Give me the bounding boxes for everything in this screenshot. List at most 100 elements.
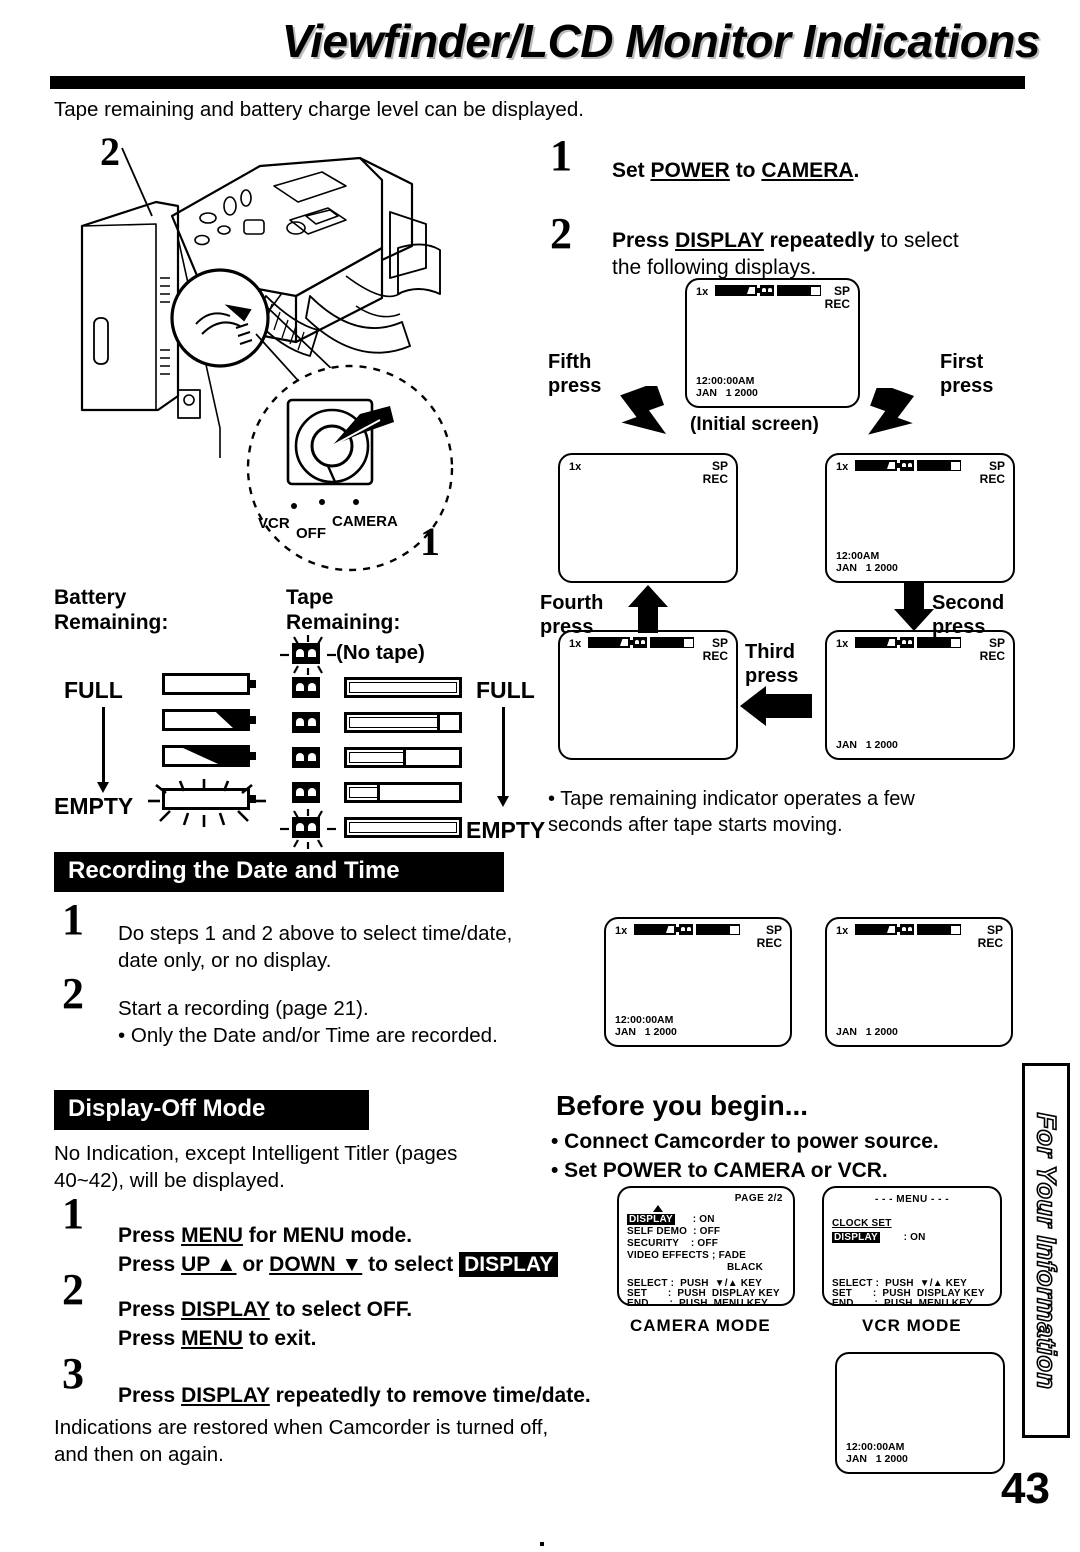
battery-full-label: FULL [64,677,123,703]
section-heading-recording: Recording the Date and Time [54,852,504,892]
osd-gauges [634,924,740,935]
display-off-footer: Indications are restored when Camcorder … [54,1416,549,1467]
cassette-icon [760,285,774,296]
menu-row-display: DISPLAY : ON [627,1214,715,1225]
display-cycle-diagram: 1x SP REC 12:00:00AM JAN 1 2000 (Initial … [540,278,1040,788]
battery-gauge-icon [855,637,900,648]
battery-gauge-icon [715,285,760,296]
viewfinder-datetime-screen: 1x SP REC 12:00:00AM JAN 1 2000 [604,917,792,1047]
section-heading-display-off: Display-Off Mode [54,1090,369,1130]
tape-indicator-note: • Tape remaining indicator operates a fe… [548,788,915,836]
cassette-icon-1 [292,677,320,698]
menu-row-security: SECURITY : OFF [627,1238,719,1249]
osd-gauges [855,924,961,935]
osd-gauges [855,460,961,471]
doff-step-1-text: Press MENU for MENU mode. Press UP ▲ or … [118,1222,598,1280]
rec-step-2-text: Start a recording (page 21). • Only the … [118,997,498,1048]
dial-label-vcr: VCR [258,515,290,532]
menu-help-end: END : PUSH MENU KEY [627,1298,768,1309]
cassette-icon [900,924,914,935]
tape-empty-blink-marks [280,809,336,849]
tape-gauge-full [344,677,462,698]
rec-mode-label: SP REC [702,636,728,663]
tape-gauge-quarter [344,782,462,803]
battery-icon-two-thirds [162,709,256,731]
intro-text: Tape remaining and battery charge level … [54,98,584,121]
viewfinder-first-press-screen: 1x SP REC 12:00AM JAN 1 2000 [825,453,1015,583]
cassette-icon [633,637,647,648]
viewfinder-third-press-screen: 1x SP REC [558,630,738,760]
viewfinder-blank-screen: 12:00:00AM JAN 1 2000 [835,1352,1005,1474]
manual-page: Viewfinder/LCD Monitor Indications Tape … [0,0,1080,1552]
camcorder-drawing: VCR OFF CAMERA [80,147,454,572]
header-rule [50,76,1025,89]
tape-gauge-three-quarter [344,712,462,733]
battery-icon-full [162,673,256,695]
cassette-icon-4 [292,782,320,803]
doff-step-3-number: 3 [62,1349,84,1398]
tape-gauge-icon [696,924,740,935]
timestamp: 12:00AM JAN 1 2000 [836,549,898,574]
label-first-press: First press [940,351,994,397]
vcr-mode-label: VCR MODE [862,1316,962,1335]
tape-gauge-empty [344,817,462,838]
page-number: 43 [1001,1464,1050,1513]
camcorder-illustration: 2 1 VCR OFF CAMERA [60,128,520,583]
no-tape-label: (No tape) [336,641,425,664]
camera-mode-label: CAMERA MODE [630,1316,771,1335]
rec-step-1-number: 1 [62,895,84,944]
timestamp: JAN 1 2000 [836,1025,898,1038]
arrow-fifth-to-initial [620,386,667,434]
tape-empty-label: EMPTY [466,817,546,843]
osd-gauges [588,637,694,648]
cassette-icon-3 [292,747,320,768]
cassette-icon [900,637,914,648]
rec-mode-label: SP REC [702,459,728,486]
printer-mark [540,1542,544,1546]
battery-blink-marks [148,779,266,827]
menu-up-caret-icon [653,1205,663,1212]
camera-mode-menu-screen: PAGE 2/2 DISPLAY : ON SELF DEMO : OFF SE… [617,1186,795,1309]
doff-step-3-text: Press DISPLAY repeatedly to remove time/… [118,1384,591,1407]
tape-gauge-icon [917,924,961,935]
menu-row-display: DISPLAY : ON [832,1232,926,1243]
menu-row-clock-set: CLOCK SET [832,1218,892,1229]
remaining-indicators-legend: Battery Remaining: Tape Remaining: FULL … [54,585,549,850]
rec-mode-label: SP REC [977,923,1003,950]
menu-row-video-effects: VIDEO EFFECTS ; FADE [627,1250,747,1261]
vcr-menu-title: - - - MENU - - - [874,1194,950,1205]
osd-gauges [715,285,821,296]
arrow-third-to-fourth [628,585,668,633]
before-you-begin-title: Before you begin... [556,1090,809,1121]
timestamp: 12:00:00AM JAN 1 2000 [696,374,758,399]
doff-step-2-number: 2 [62,1265,84,1314]
step-1-text: Set POWER to CAMERA. [612,159,860,182]
battery-gauge-icon [634,924,679,935]
tape-full-label: FULL [476,677,535,703]
rec-mode-label: SP REC [756,923,782,950]
arrow-initial-to-first [868,388,915,435]
battery-gauge-icon [855,460,900,471]
before-you-begin-bullets: • Connect Camcorder to power source. • S… [551,1130,939,1182]
doff-step-2-text: Press DISPLAY to select OFF. Press MENU … [118,1298,413,1350]
menu-help-end: END : PUSH MENU KEY [832,1298,973,1309]
rec-step-1-text: Do steps 1 and 2 above to select time/da… [118,922,513,973]
rec-mode-label: SP REC [979,459,1005,486]
tape-gauge-icon [777,285,821,296]
rec-step-2-number: 2 [62,969,84,1018]
vcr-mode-menu-screen: - - - MENU - - - CLOCK SET DISPLAY : ON … [822,1186,1002,1309]
callout-label-2: 2 [100,129,120,174]
viewfinder-second-press-screen: 1x SP REC JAN 1 2000 [825,630,1015,760]
cassette-icon [679,924,693,935]
dial-label-camera: CAMERA [332,513,398,530]
battery-gauge-icon [855,924,900,935]
arrow-first-to-second [894,583,934,631]
battery-scale-arrow [97,707,109,793]
page-title: Viewfinder/LCD Monitor Indications [281,15,1041,67]
timestamp: 12:00:00AM JAN 1 2000 [615,1013,677,1038]
timestamp: 12:00:00AM JAN 1 2000 [846,1440,908,1465]
tape-scale-arrow [497,707,509,807]
side-tab-for-your-information: For Your Information [1022,1063,1070,1438]
cassette-icon-2 [292,712,320,733]
no-tape-blink-marks [280,635,336,675]
